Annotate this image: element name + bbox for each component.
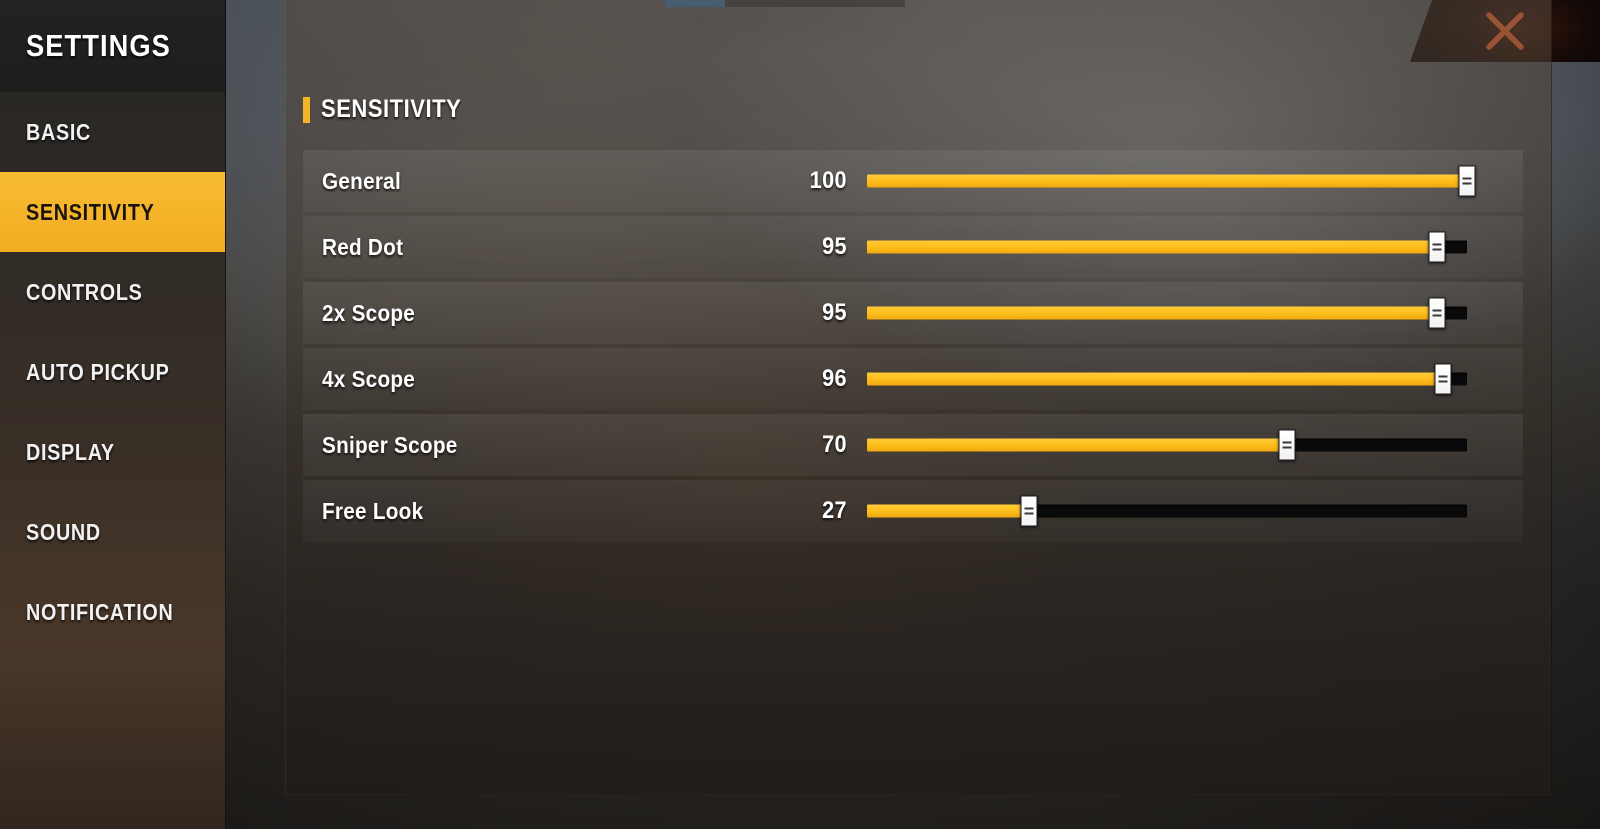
slider-track[interactable] xyxy=(867,306,1467,320)
sensitivity-slider[interactable] xyxy=(867,224,1467,270)
slider-fill xyxy=(867,174,1467,188)
slider-handle[interactable] xyxy=(1458,165,1476,197)
sidebar-item-notification[interactable]: NOTIFICATION xyxy=(0,572,225,652)
slider-handle-grip xyxy=(1432,314,1442,317)
slider-handle-grip xyxy=(1462,182,1472,185)
sensitivity-row-label: 2x Scope xyxy=(322,299,416,326)
settings-sidebar: SETTINGS BASIC SENSITIVITY CONTROLS AUTO PI… xyxy=(0,0,226,829)
slider-track[interactable] xyxy=(867,372,1467,386)
sidebar-header: SETTINGS xyxy=(0,0,225,92)
slider-track[interactable] xyxy=(867,504,1467,518)
sensitivity-row-value: 95 xyxy=(822,233,847,260)
sensitivity-slider[interactable] xyxy=(867,290,1467,336)
sensitivity-row-label: General xyxy=(322,167,401,194)
sidebar-item-label: CONTROLS xyxy=(26,278,143,305)
sensitivity-row-value: 95 xyxy=(822,299,847,326)
sidebar-item-sound[interactable]: SOUND xyxy=(0,492,225,572)
slider-fill xyxy=(867,438,1287,452)
sensitivity-row: 4x Scope 96 xyxy=(303,348,1523,410)
sensitivity-slider[interactable] xyxy=(867,422,1467,468)
slider-handle-grip xyxy=(1432,243,1442,246)
sensitivity-row: General 100 xyxy=(303,150,1523,212)
sensitivity-row: Red Dot 95 xyxy=(303,216,1523,278)
sensitivity-row: 2x Scope 95 xyxy=(303,282,1523,344)
slider-handle-grip xyxy=(1024,512,1034,515)
slider-handle[interactable] xyxy=(1278,429,1296,461)
sensitivity-row-label: Red Dot xyxy=(322,233,404,260)
slider-handle-grip xyxy=(1432,248,1442,251)
sensitivity-slider[interactable] xyxy=(867,356,1467,402)
slider-track[interactable] xyxy=(867,438,1467,452)
sidebar-item-label: SOUND xyxy=(26,518,101,545)
sensitivity-row-value: 70 xyxy=(822,431,847,458)
slider-handle[interactable] xyxy=(1428,231,1446,263)
section-header: SENSITIVITY xyxy=(303,95,480,124)
slider-handle[interactable] xyxy=(1434,363,1452,395)
section-accent-bar xyxy=(303,96,310,123)
sensitivity-row-label: Free Look xyxy=(322,497,424,524)
sidebar-item-auto-pickup[interactable]: AUTO PICKUP xyxy=(0,332,225,412)
sensitivity-row: Free Look 27 xyxy=(303,480,1523,542)
sidebar-item-label: NOTIFICATION xyxy=(26,598,174,625)
sidebar-item-label: AUTO PICKUP xyxy=(26,358,170,385)
slider-handle-grip xyxy=(1282,446,1292,449)
slider-handle-grip xyxy=(1282,441,1292,444)
sidebar-item-controls[interactable]: CONTROLS xyxy=(0,252,225,332)
sidebar-item-label: SENSITIVITY xyxy=(26,198,155,225)
sidebar-item-label: DISPLAY xyxy=(26,438,115,465)
sensitivity-row-label: Sniper Scope xyxy=(322,431,458,458)
settings-content-panel: SENSITIVITY General 100 Red Dot 95 2x Scope 9… xyxy=(285,0,1552,795)
sensitivity-slider[interactable] xyxy=(867,488,1467,534)
slider-handle[interactable] xyxy=(1020,495,1038,527)
sidebar-nav-list: BASIC SENSITIVITY CONTROLS AUTO PICKUP DISPL… xyxy=(0,92,225,652)
slider-handle-grip xyxy=(1438,375,1448,378)
sensitivity-slider-list: General 100 Red Dot 95 2x Scope 95 4x Scope 96 S… xyxy=(303,150,1523,546)
slider-track[interactable] xyxy=(867,240,1467,254)
slider-handle-grip xyxy=(1438,380,1448,383)
sensitivity-row: Sniper Scope 70 xyxy=(303,414,1523,476)
slider-handle-grip xyxy=(1024,507,1034,510)
slider-fill xyxy=(867,372,1443,386)
slider-fill xyxy=(867,306,1437,320)
slider-handle-grip xyxy=(1432,309,1442,312)
sensitivity-row-value: 100 xyxy=(809,167,847,194)
slider-handle-grip xyxy=(1462,177,1472,180)
slider-fill xyxy=(867,240,1437,254)
sidebar-item-label: BASIC xyxy=(26,118,91,145)
sensitivity-row-label: 4x Scope xyxy=(322,365,416,392)
slider-fill xyxy=(867,504,1029,518)
slider-track[interactable] xyxy=(867,174,1467,188)
sidebar-item-basic[interactable]: BASIC xyxy=(0,92,225,172)
sensitivity-row-value: 96 xyxy=(822,365,847,392)
sensitivity-row-value: 27 xyxy=(822,497,847,524)
section-title: SENSITIVITY xyxy=(321,95,462,123)
slider-handle[interactable] xyxy=(1428,297,1446,329)
page-title: SETTINGS xyxy=(26,28,171,63)
sensitivity-slider[interactable] xyxy=(867,158,1476,204)
sidebar-item-sensitivity[interactable]: SENSITIVITY xyxy=(0,172,225,252)
sidebar-item-display[interactable]: DISPLAY xyxy=(0,412,225,492)
